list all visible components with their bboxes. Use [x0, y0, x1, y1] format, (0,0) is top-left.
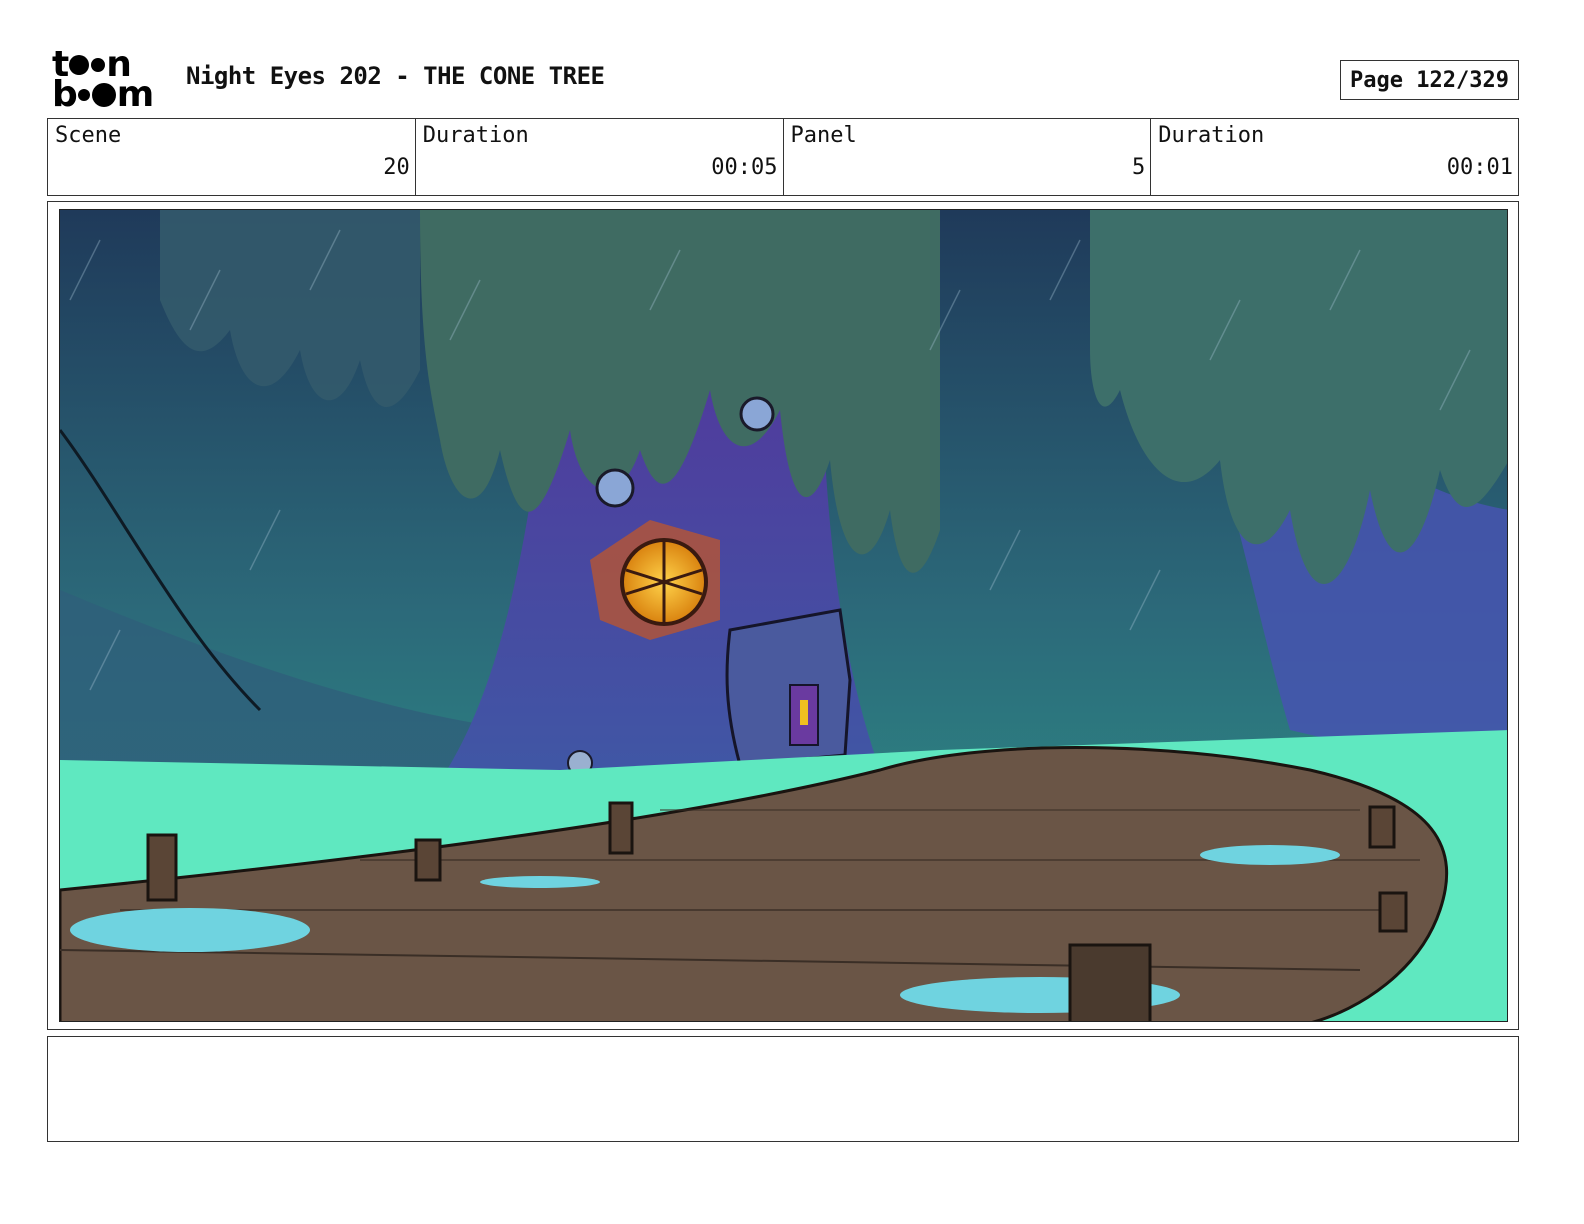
porthole-1 [595, 468, 635, 508]
panel-duration-value: 00:01 [1446, 155, 1513, 180]
logo-row-bottom: b m [52, 74, 154, 115]
page-number-box: Page 122/329 [1340, 60, 1519, 100]
scene-number: 20 [383, 155, 410, 180]
scene-label: Scene [55, 123, 122, 148]
panel-number: 5 [1132, 155, 1146, 180]
post-4 [1068, 943, 1152, 1021]
storyboard-panel-image [59, 209, 1508, 1022]
post-3 [608, 801, 634, 855]
panel-duration-cell: Duration 00:01 [1151, 119, 1518, 195]
panel-label: Panel [790, 123, 857, 148]
post-5 [1368, 805, 1396, 849]
page-number: Page 122/329 [1350, 67, 1509, 93]
puddle-4 [480, 876, 600, 888]
scene-duration-value: 00:05 [711, 155, 778, 180]
scene-cell: Scene 20 [48, 119, 416, 195]
scene-duration-label: Duration [422, 123, 529, 148]
puddle-3 [1200, 845, 1340, 865]
scene-duration-cell: Duration 00:05 [416, 119, 784, 195]
panel-illustration [60, 210, 1507, 1021]
post-1 [146, 833, 178, 902]
panel-duration-label: Duration [1158, 123, 1265, 148]
storyboard-info-row: Scene 20 Duration 00:05 Panel 5 Duration… [47, 118, 1519, 196]
post-6 [1378, 891, 1408, 933]
document-title: Night Eyes 202 - THE CONE TREE [186, 62, 605, 90]
panel-cell: Panel 5 [784, 119, 1152, 195]
post-2 [414, 838, 442, 882]
porthole-2 [739, 396, 775, 432]
toonboom-logo: t n b m [52, 47, 164, 115]
puddle-1 [70, 908, 310, 952]
panel-notes-box [47, 1036, 1519, 1142]
tree-booth [725, 608, 852, 767]
